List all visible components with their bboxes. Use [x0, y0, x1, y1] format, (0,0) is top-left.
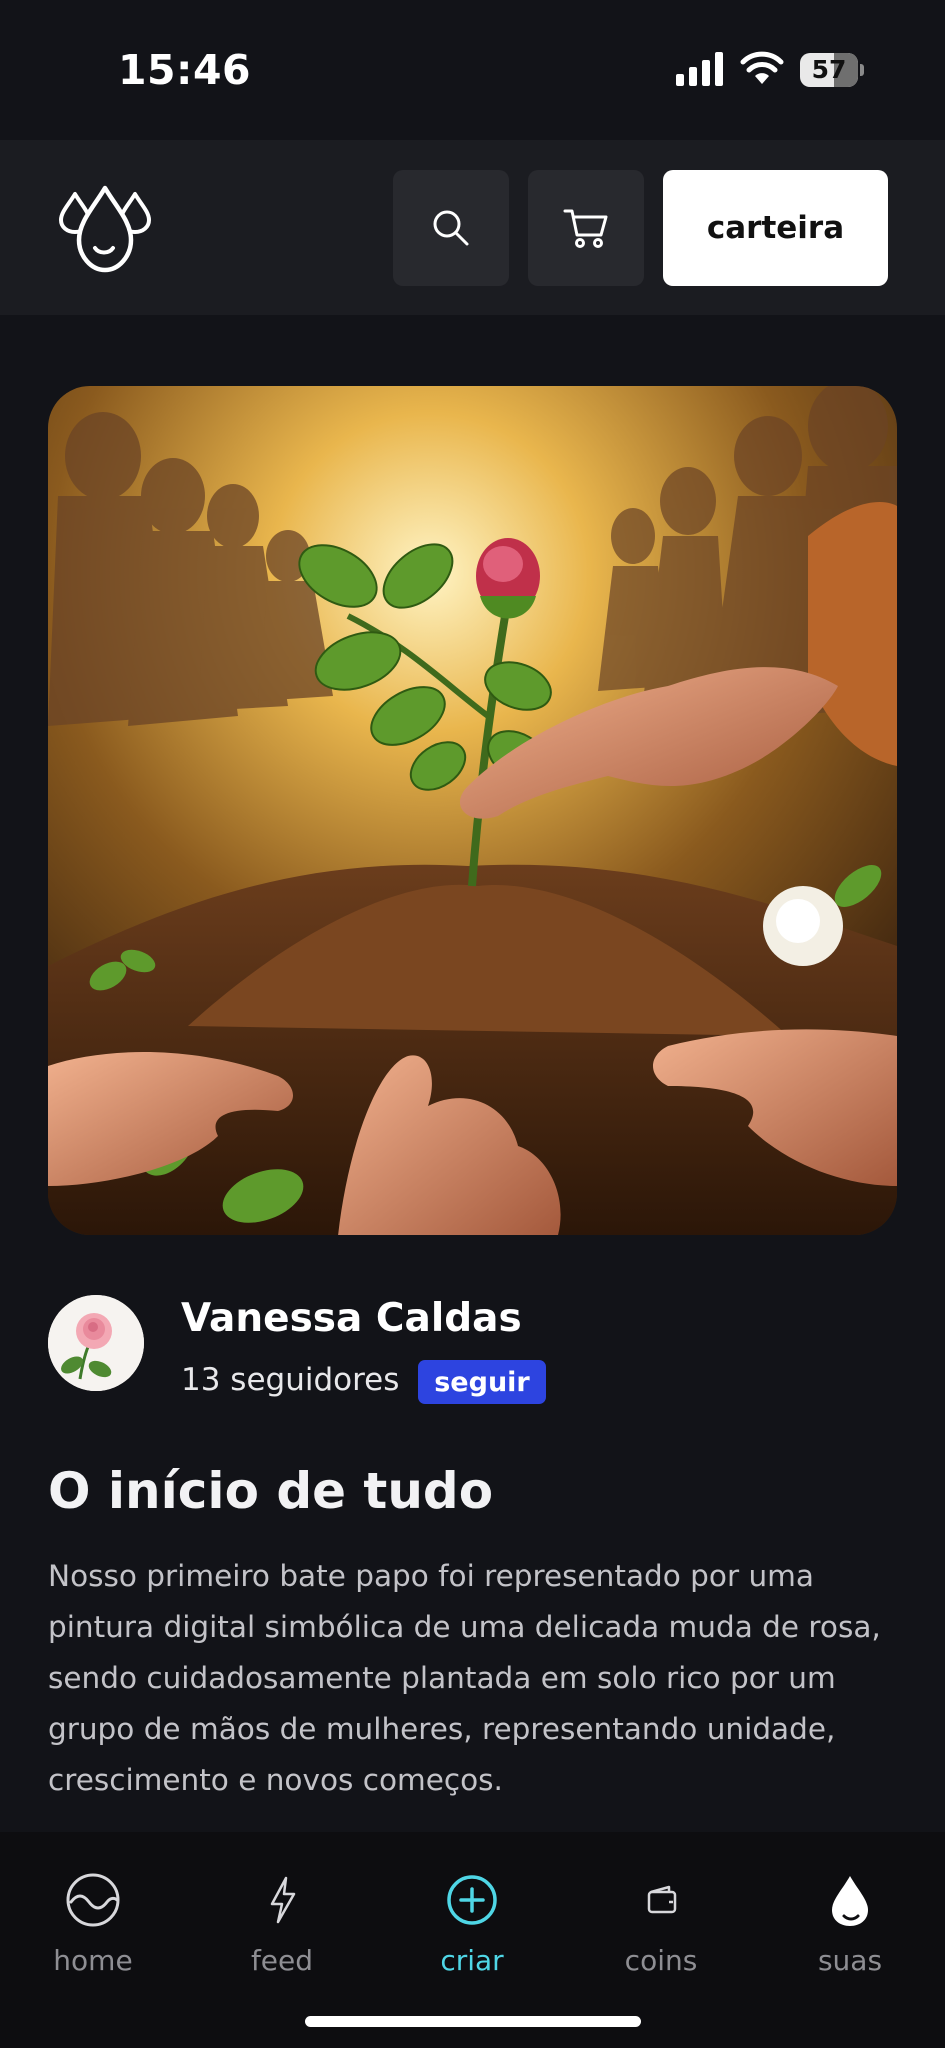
follower-count: 13 seguidores: [181, 1362, 400, 1398]
home-indicator[interactable]: [305, 2016, 641, 2027]
bottom-nav: home feed criar coins suas: [0, 1832, 945, 2048]
rose-planting-image: [48, 386, 897, 1235]
post-body: Nosso primeiro bate papo foi representad…: [48, 1559, 881, 1797]
nav-label-suas: suas: [817, 1944, 883, 1977]
droplets-icon[interactable]: [55, 180, 155, 276]
nav-item-feed[interactable]: feed: [207, 1872, 357, 1977]
nav-item-coins[interactable]: coins: [586, 1872, 736, 1977]
signal-icon: [676, 52, 723, 86]
wifi-icon: [740, 51, 784, 84]
nav-label-criar: criar: [440, 1944, 504, 1977]
post-title: O início de tudo: [48, 1462, 494, 1520]
nav-label-coins: coins: [624, 1944, 698, 1977]
nav-label-home: home: [53, 1944, 133, 1977]
battery-indicator: 57: [800, 53, 864, 87]
status-bar: 15:46 57: [0, 0, 945, 140]
rose-avatar-icon: [48, 1295, 144, 1391]
wallet-icon: [647, 1885, 677, 1914]
follow-button[interactable]: seguir: [418, 1360, 546, 1404]
app-header: carteira: [0, 140, 945, 315]
lightning-icon: [270, 1876, 296, 1924]
search-icon: [433, 210, 469, 246]
author-avatar[interactable]: [48, 1295, 144, 1391]
battery-level: 57: [811, 55, 847, 84]
wave-circle-icon: [66, 1873, 120, 1927]
nav-label-feed: feed: [250, 1944, 314, 1977]
nav-item-suas[interactable]: suas: [775, 1872, 925, 1977]
author-name[interactable]: Vanessa Caldas: [181, 1296, 522, 1341]
nav-item-criar[interactable]: criar: [397, 1872, 547, 1977]
search-button[interactable]: [393, 170, 509, 286]
cart-icon: [563, 209, 608, 248]
post-image[interactable]: [48, 386, 897, 1235]
plus-circle-icon: [447, 1875, 497, 1925]
drop-icon: [832, 1876, 868, 1926]
nav-item-home[interactable]: home: [18, 1872, 168, 1977]
wallet-button[interactable]: carteira: [663, 170, 888, 286]
cart-button[interactable]: [528, 170, 644, 286]
status-time: 15:46: [118, 46, 252, 94]
